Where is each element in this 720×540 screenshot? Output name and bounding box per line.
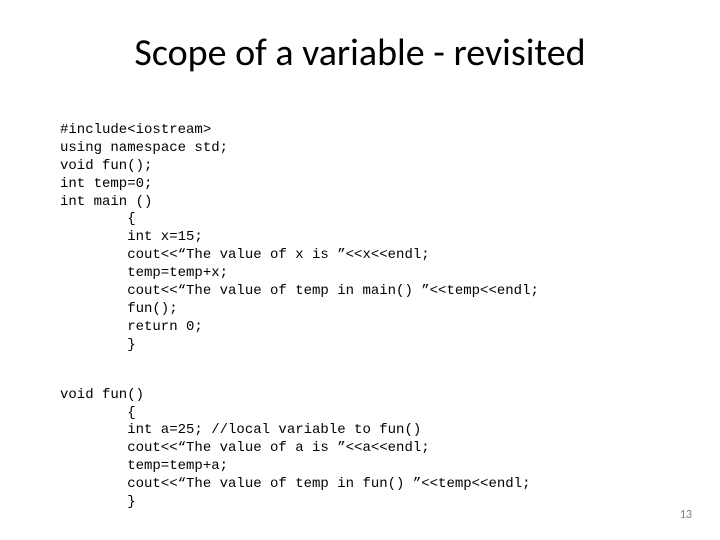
code-line: int a=25; //local variable to fun()	[60, 422, 421, 438]
code-line: int main ()	[60, 194, 152, 210]
code-line: temp=temp+x;	[60, 265, 228, 281]
code-line: using namespace std;	[60, 140, 228, 156]
code-line: #include<iostream>	[60, 122, 211, 138]
code-line: void fun()	[60, 387, 144, 403]
code-line: void fun();	[60, 158, 152, 174]
code-line: cout<<“The value of temp in main() ”<<te…	[60, 283, 539, 299]
code-line: {	[60, 211, 136, 227]
code-line: cout<<“The value of temp in fun() ”<<tem…	[60, 476, 530, 492]
slide: Scope of a variable - revisited #include…	[0, 0, 720, 540]
code-line: cout<<“The value of a is ”<<a<<endl;	[60, 440, 430, 456]
code-block-main: #include<iostream> using namespace std; …	[60, 104, 660, 355]
code-block-fun: void fun() { int a=25; //local variable …	[60, 369, 660, 512]
code-line: int temp=0;	[60, 176, 152, 192]
code-line: return 0;	[60, 319, 203, 335]
code-line: int x=15;	[60, 229, 203, 245]
code-line: }	[60, 337, 136, 353]
code-line: }	[60, 494, 136, 510]
code-line: temp=temp+a;	[60, 458, 228, 474]
code-line: fun();	[60, 301, 178, 317]
code-line: {	[60, 405, 136, 421]
slide-title: Scope of a variable - revisited	[60, 30, 660, 76]
code-line: cout<<“The value of x is ”<<x<<endl;	[60, 247, 430, 263]
page-number: 13	[680, 508, 692, 522]
